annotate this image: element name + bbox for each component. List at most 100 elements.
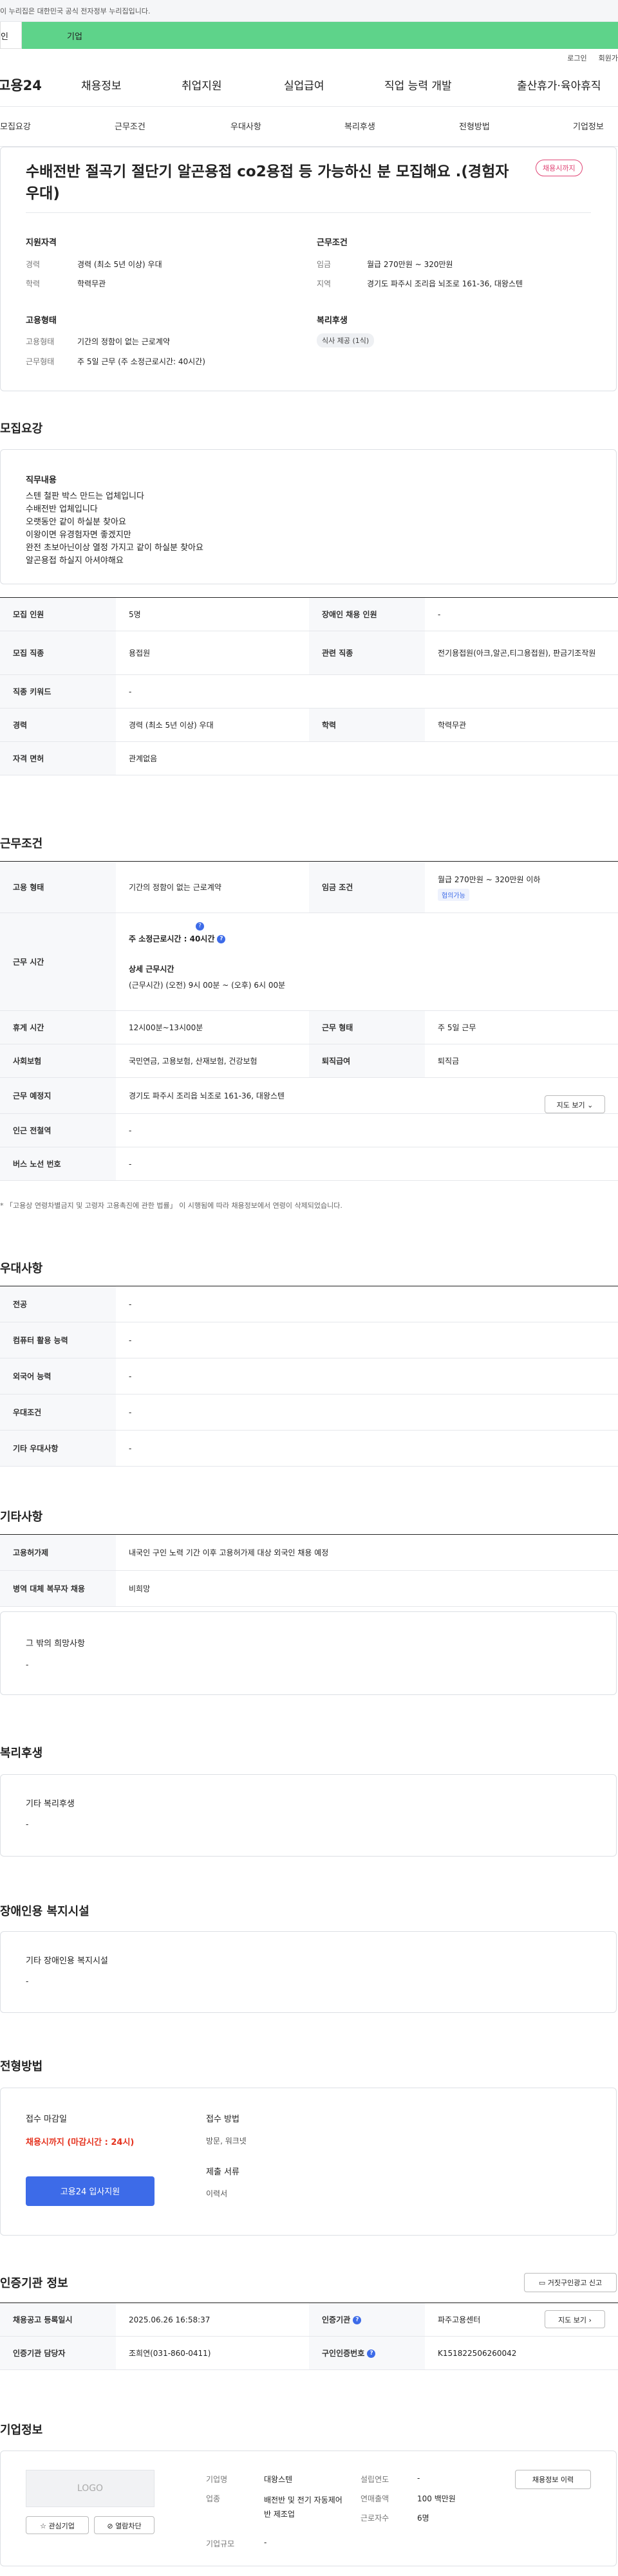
method-value: 방문, 워크넷 [206, 2136, 247, 2145]
login-link[interactable]: 로그인 [567, 53, 586, 63]
recruit-table: 모집 인원 5명 장애인 채용 인원 - 모집 직종 용접원 관련 직종 전기용… [0, 597, 618, 775]
cell-value: 학력무관 [425, 708, 618, 742]
cert-map-button[interactable]: 지도 보기 › [545, 2310, 605, 2328]
snb-process[interactable]: 전형방법 [459, 120, 490, 132]
cell-value: 2025.06.26 16:58:37 [116, 2303, 309, 2337]
age-note: * 「고용상 연령차별금지 및 고령자 고용촉진에 관한 법률」 이 시행됨에 … [0, 1201, 342, 1210]
company-value: 100 백만원 [417, 2494, 456, 2503]
section-heading-cert: 인증기관 정보 [0, 2277, 68, 2290]
job-desc-text: 스텐 철판 박스 만드는 업체입니다 수배전반 업체입니다 오랫동안 같이 하실… [26, 492, 203, 566]
snb-recruit[interactable]: 모집요강 [0, 120, 31, 132]
favorite-company-button[interactable]: ☆ 관심기업 [26, 2516, 89, 2534]
snb-preference[interactable]: 우대사항 [230, 120, 261, 132]
cell-value: 내국인 구인 노력 기간 이후 고용허가제 대상 외국인 채용 예정 [116, 1534, 618, 1571]
gnb-training[interactable]: 직업 능력 개발 [384, 77, 452, 93]
cell-value: 퇴직금 [425, 1044, 618, 1078]
section-nav: 모집요강 근무조건 우대사항 복리후생 전형방법 기업정보 [0, 107, 618, 147]
work-value: 경기도 파주시 조리읍 뇌조로 161-36, 대왕스텐 [367, 279, 523, 288]
section-heading-disabled: 장애인용 복지시설 [0, 1905, 89, 1918]
info-icon[interactable]: ? [367, 2349, 376, 2358]
join-link[interactable]: 회원가 [599, 53, 618, 63]
cert-map-label: 지도 보기 [558, 2316, 587, 2324]
welfare-card [0, 1774, 617, 1857]
cell-value: 용접원 [116, 631, 309, 675]
tab-company[interactable]: 기업 [22, 22, 618, 49]
hours-main-text: 주 소정근로시간 : 40시간 [129, 934, 215, 943]
cell-value: - [116, 1322, 618, 1358]
table-row: 외국어 능력 - [0, 1358, 618, 1395]
table-row: 전공 - [0, 1286, 618, 1322]
cell-key: 고용 형태 [0, 861, 116, 913]
table-row: 근무 예정지 경기도 파주시 조리읍 뇌조로 161-36, 대왕스텐 [0, 1077, 618, 1114]
emp-key: 근무형태 [26, 357, 55, 366]
negotiable-tag: 협의가능 [438, 888, 469, 901]
cell-key: 퇴직급여 [309, 1044, 425, 1078]
section-heading-company: 기업정보 [0, 2423, 43, 2437]
table-row: 근무 시간 주 소정근로시간 : 40시간? 상세 근무시간 (근무시간) (오… [0, 913, 618, 1011]
cell-key: 구인인증번호 ? [309, 2336, 425, 2370]
cell-key: 학력 [309, 708, 425, 742]
cell-value: 5명 [116, 597, 309, 631]
conditions-table: 고용 형태 기간의 정함이 없는 근로계약 임금 조건 월급 270만원 ~ 3… [0, 861, 618, 1181]
cell-value: 국민연금, 고용보험, 산재보험, 건강보험 [116, 1044, 309, 1078]
emp-key: 고용형태 [26, 337, 55, 346]
table-row: 채용공고 등록일시 2025.06.26 16:58:37 인증기관 ? 파주고… [0, 2303, 618, 2337]
table-row: 휴게 시간 12시00분~13시00분 근무 형태 주 5일 근무 [0, 1010, 618, 1044]
cert-org-label: 인증기관 [322, 2315, 351, 2324]
cell-value: - [116, 1430, 618, 1467]
info-icon[interactable]: ? [217, 935, 226, 943]
cell-key: 근무 형태 [309, 1010, 425, 1044]
apply-button[interactable]: 고용24 입사지원 [26, 2176, 154, 2206]
section-heading-other: 기타사항 [0, 1510, 43, 1524]
cell-key: 우대조건 [0, 1394, 116, 1431]
emp-value: 기간의 정함이 없는 근로계약 [77, 337, 170, 346]
cell-value: 월급 270만원 ~ 320만원 이하 협의가능 [425, 861, 618, 913]
snb-welfare[interactable]: 복리후생 [344, 120, 375, 132]
report-icon: ▭ [538, 2279, 546, 2287]
company-value: - [417, 2474, 420, 2483]
cell-key: 기타 우대사항 [0, 1430, 116, 1467]
cell-key: 근무 시간 [0, 913, 116, 1011]
cell-key: 인근 전철역 [0, 1113, 116, 1147]
preference-table: 전공 - 컴퓨터 활용 능력 - 외국어 능력 - 우대조건 - 기타 우대사항 - [0, 1286, 618, 1467]
snb-conditions[interactable]: 근무조건 [115, 120, 145, 132]
cell-value: 조희연(031-860-0411) [116, 2336, 309, 2370]
other-table: 고용허가제 내국인 구인 노력 기간 이후 고용허가제 대상 외국인 채용 예정 … [0, 1534, 618, 1607]
cell-value: 기간의 정함이 없는 근로계약 [116, 861, 309, 913]
report-button[interactable]: ▭ 거짓구인광고 신고 [524, 2273, 617, 2292]
other-wish-title: 그 밖의 희망사항 [26, 1639, 85, 1649]
emp-value: 주 5일 근무 (주 소정근로시간: 40시간) [77, 357, 205, 366]
user-type-tabs: 인 기업 [0, 22, 618, 49]
gnb-jobs[interactable]: 채용정보 [81, 77, 122, 93]
docs-value: 이력서 [206, 2189, 228, 2198]
qual-value: 경력 (최소 5년 이상) 우대 [77, 260, 162, 269]
report-label: 거짓구인광고 신고 [547, 2279, 603, 2287]
hours-main: 주 소정근로시간 : 40시간? [129, 933, 605, 944]
cell-value: 관계없음 [116, 741, 618, 775]
snb-company[interactable]: 기업정보 [573, 120, 604, 132]
cell-key: 관련 직종 [309, 631, 425, 675]
table-row: 고용허가제 내국인 구인 노력 기간 이후 고용허가제 대상 외국인 채용 예정 [0, 1534, 618, 1571]
work-heading: 근무조건 [317, 238, 348, 248]
info-icon[interactable]: ? [196, 922, 204, 931]
other-wish-value: - [26, 1660, 29, 1669]
cell-value: - [425, 597, 618, 631]
company-history-button[interactable]: 채용정보 이력 [515, 2470, 591, 2489]
emp-heading: 고용형태 [26, 316, 57, 326]
map-view-button[interactable]: 지도 보기 ⌄ [545, 1095, 605, 1113]
welfare-box-value: - [26, 1820, 29, 1829]
block-view-button[interactable]: ⊘ 열람차단 [94, 2516, 154, 2534]
disabled-card [0, 1931, 617, 2013]
disabled-box-value: - [26, 1977, 29, 1986]
cell-key: 모집 인원 [0, 597, 116, 631]
cell-value: - [116, 674, 618, 709]
cell-key: 컴퓨터 활용 능력 [0, 1322, 116, 1358]
tab-individual[interactable]: 인 [0, 22, 22, 49]
info-icon[interactable]: ? [353, 2316, 362, 2324]
cell-key: 병역 대체 복무자 채용 [0, 1570, 116, 1607]
site-logo[interactable]: 고용24 [0, 75, 82, 95]
gnb-employment-support[interactable]: 취업지원 [182, 77, 222, 93]
gnb-unemployment-benefit[interactable]: 실업급여 [284, 77, 324, 93]
gnb-parental-leave[interactable]: 출산휴가·육아휴직 [517, 77, 601, 93]
company-value: 대왕스텐 [264, 2475, 293, 2484]
